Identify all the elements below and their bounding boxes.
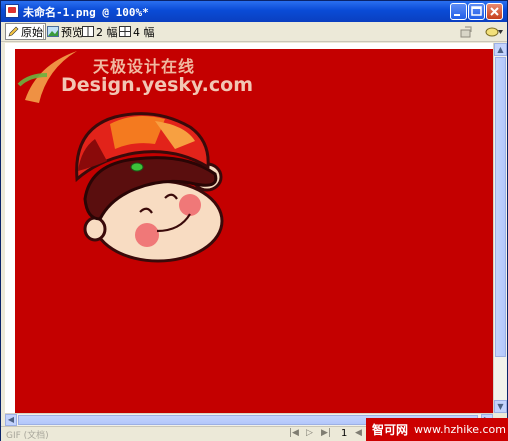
- minimize-icon: [454, 14, 460, 16]
- document-icon: [5, 4, 19, 18]
- close-button[interactable]: [486, 3, 503, 20]
- toolbar-divider: [43, 25, 44, 39]
- tab-two-up-label: 2 幅: [96, 25, 118, 39]
- window-title: 未命名-1.png @ 100%*: [23, 6, 149, 19]
- last-frame-icon[interactable]: ▶|: [321, 428, 331, 438]
- tab-preview[interactable]: 预览: [47, 23, 83, 40]
- play-icon[interactable]: ▷: [306, 428, 313, 438]
- vertical-scrollbar[interactable]: ▲ ▼: [493, 43, 507, 413]
- four-up-icon: [119, 26, 131, 37]
- two-up-icon: [82, 26, 94, 37]
- format-status: GIF (文档): [6, 431, 49, 441]
- title-bar[interactable]: 未命名-1.png @ 100%*: [1, 1, 507, 22]
- close-icon: [490, 7, 499, 16]
- options-menu-button[interactable]: [485, 23, 507, 40]
- site-badge: 智可网 www.hzhike.com: [366, 418, 508, 441]
- tab-preview-label: 预览: [61, 25, 83, 39]
- first-frame-icon[interactable]: |◀: [289, 428, 299, 438]
- badge-site-url: www.hzhike.com: [414, 423, 507, 436]
- tab-two-up[interactable]: 2 幅: [82, 23, 118, 40]
- tab-original-label: 原始: [21, 25, 43, 39]
- view-toolbar: 原始 预览 2 幅 4 幅: [1, 22, 507, 42]
- maximize-button[interactable]: [468, 3, 485, 20]
- badge-site-name: 智可网: [372, 423, 409, 437]
- tab-original[interactable]: 原始: [5, 23, 46, 40]
- maximize-icon: [471, 6, 482, 16]
- tab-four-up-label: 4 幅: [133, 25, 155, 39]
- arrow-menu-icon: [485, 27, 503, 36]
- prev-frame-icon[interactable]: ◀: [355, 428, 362, 438]
- vertical-scroll-thumb[interactable]: [495, 57, 506, 357]
- scroll-left-button[interactable]: ◀: [5, 414, 17, 426]
- quick-export-button[interactable]: [459, 23, 477, 40]
- scroll-down-button[interactable]: ▼: [494, 400, 507, 413]
- pencil-icon: [8, 26, 19, 37]
- scroll-up-button[interactable]: ▲: [494, 43, 507, 56]
- minimize-button[interactable]: [450, 3, 467, 20]
- image-icon: [47, 26, 59, 37]
- export-icon: [460, 25, 472, 37]
- frame-number: 1: [341, 428, 348, 439]
- tab-four-up[interactable]: 4 幅: [119, 23, 155, 40]
- watermark-url-text: Design.yesky.com: [61, 74, 254, 96]
- document-window: 未命名-1.png @ 100%* 原始 预览 2 幅 4 幅 天极设计在线 D…: [0, 0, 508, 441]
